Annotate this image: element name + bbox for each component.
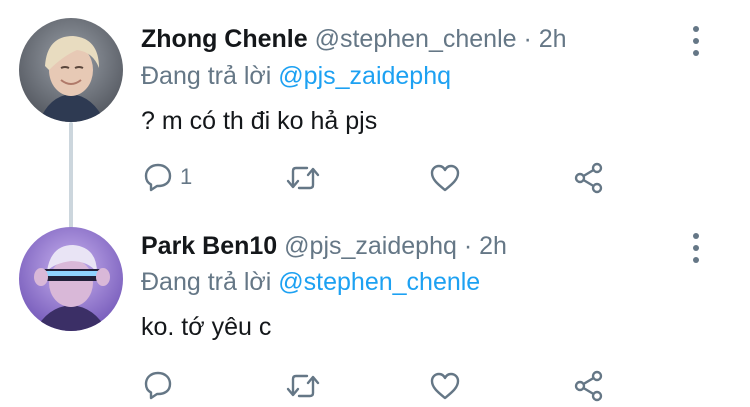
reply-icon: [144, 371, 172, 400]
mention-link[interactable]: @stephen_chenle: [278, 268, 480, 296]
tweet-text: ? m có th đi ko hả pjs: [141, 107, 378, 135]
reply-button[interactable]: 1: [142, 162, 192, 192]
separator: ·: [463, 232, 473, 260]
heart-icon: [430, 372, 460, 400]
more-options-icon[interactable]: [691, 233, 701, 263]
like-button[interactable]: [429, 371, 461, 401]
timestamp[interactable]: 2h: [539, 25, 567, 53]
tweet-header: Zhong Chenle @stephen_chenle · 2h: [141, 27, 567, 52]
timestamp[interactable]: 2h: [479, 232, 507, 260]
share-button[interactable]: [573, 162, 605, 194]
replying-to-label: Đang trả lời: [141, 268, 272, 296]
mention-link[interactable]: @pjs_zaidephq: [278, 62, 451, 90]
tweet-text: ko. tớ yêu c: [141, 313, 272, 341]
tweet-header: Park Ben10 @pjs_zaidephq · 2h: [141, 234, 507, 259]
heart-icon: [430, 164, 460, 192]
more-options-icon[interactable]: [691, 26, 701, 56]
avatar[interactable]: [19, 227, 123, 331]
user-handle[interactable]: @pjs_zaidephq: [284, 232, 457, 260]
avatar[interactable]: [19, 18, 123, 122]
reply-icon: [144, 163, 172, 192]
reply-count: 1: [180, 164, 193, 189]
replying-to-label: Đang trả lời: [141, 62, 272, 90]
reply-button[interactable]: [142, 370, 180, 400]
like-button[interactable]: [429, 163, 461, 193]
share-icon: [574, 162, 603, 194]
retweet-icon: [286, 374, 320, 398]
retweet-button[interactable]: [285, 372, 321, 400]
replying-to: Đang trả lời @stephen_chenle: [141, 270, 480, 295]
separator: ·: [523, 25, 532, 53]
display-name[interactable]: Zhong Chenle: [141, 25, 308, 53]
user-handle[interactable]: @stephen_chenle: [315, 25, 517, 53]
retweet-button[interactable]: [285, 164, 321, 192]
display-name[interactable]: Park Ben10: [141, 232, 277, 260]
retweet-icon: [286, 166, 320, 190]
share-button[interactable]: [573, 370, 605, 402]
replying-to: Đang trả lời @pjs_zaidephq: [141, 64, 451, 89]
share-icon: [574, 370, 603, 402]
thread-connector: [69, 122, 73, 230]
